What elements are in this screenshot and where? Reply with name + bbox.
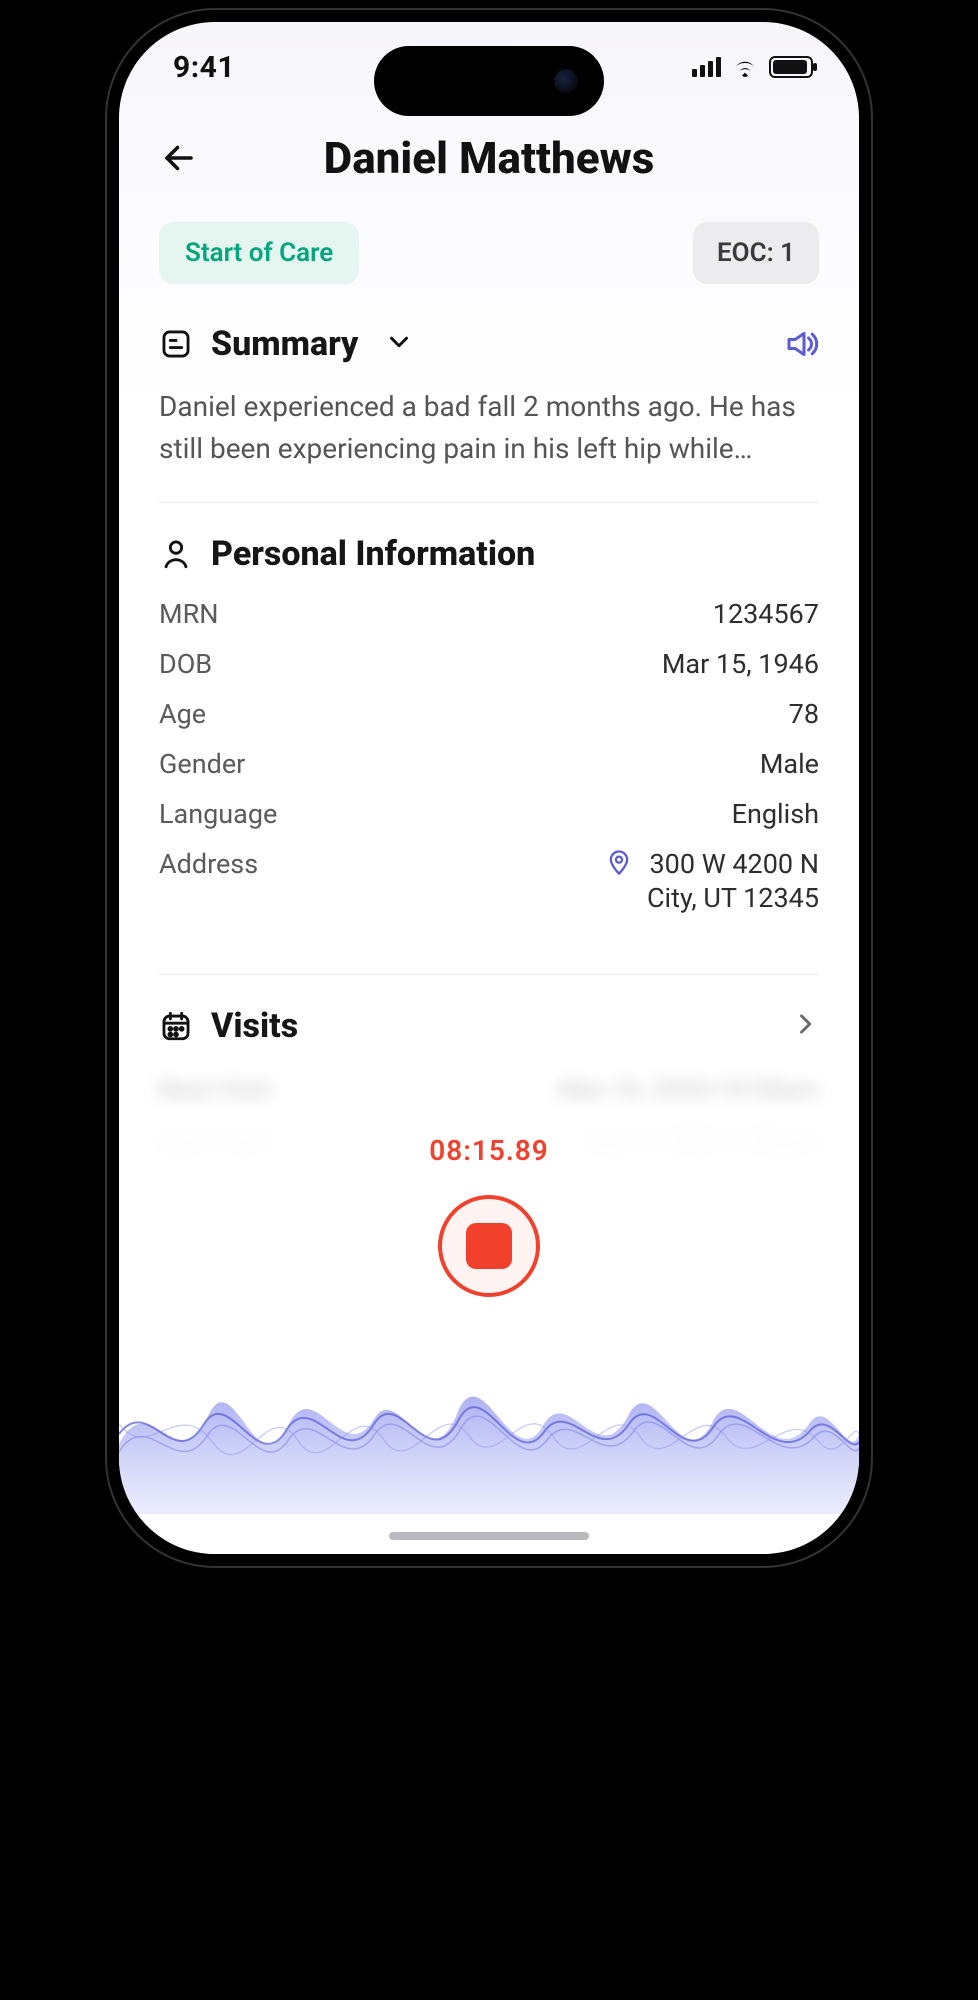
gender-row: Gender Male [159,748,819,780]
personal-info-title: Personal Information [211,534,535,574]
person-icon [159,537,193,571]
back-button[interactable] [159,138,199,178]
cellular-icon [692,57,721,77]
address-row: Address 300 W 4200 N City, UT 12345 [159,848,819,914]
status-time: 9:41 [165,50,235,85]
chevron-right-icon [791,1010,819,1042]
recording-elapsed: 08:15.89 [429,1134,549,1167]
language-row: Language English [159,798,819,830]
dob-row: DOB Mar 15, 1946 [159,648,819,680]
start-of-care-tag[interactable]: Start of Care [159,222,359,284]
summary-section: Summary Daniel experienced a bad fall 2 … [159,324,819,470]
chevron-down-icon [384,327,414,361]
divider [159,502,819,503]
age-value: 78 [789,698,819,730]
summary-text: Daniel experienced a bad fall 2 months a… [159,386,819,470]
battery-icon [769,56,813,78]
dob-label: DOB [159,648,212,680]
speak-summary-button[interactable] [783,326,819,362]
page-title: Daniel Matthews [324,132,655,184]
phone-frame: 9:41 Daniel Matthews [105,8,873,1568]
personal-info-section: Personal Information MRN 1234567 DOB Mar… [159,534,819,914]
calendar-icon [159,1009,193,1043]
visits-section[interactable]: Visits [159,1006,819,1046]
speaker-icon [783,326,819,362]
status-indicators [692,56,813,78]
language-label: Language [159,798,277,830]
stop-recording-button[interactable] [438,1195,540,1297]
mrn-label: MRN [159,598,218,630]
address-line1: 300 W 4200 N [647,848,819,880]
map-pin-icon [605,848,633,876]
address-line2: City, UT 12345 [647,882,819,914]
mrn-value: 1234567 [713,598,819,630]
gender-value: Male [760,748,819,780]
screen: 9:41 Daniel Matthews [119,22,859,1554]
wifi-icon [731,56,759,78]
divider [159,974,819,975]
mrn-row: MRN 1234567 [159,598,819,630]
map-pin-button[interactable] [605,848,633,883]
stop-icon [466,1223,512,1269]
language-value: English [732,798,819,830]
visits-title: Visits [211,1006,298,1046]
home-indicator [389,1532,589,1540]
summary-icon [159,327,193,361]
dob-value: Mar 15, 1946 [662,648,819,680]
recording-overlay: 08:15.89 [119,1078,859,1554]
dynamic-island [374,46,604,116]
address-label: Address [159,848,258,880]
summary-header[interactable]: Summary [159,324,819,364]
care-tags: Start of Care EOC: 1 [159,222,819,284]
age-row: Age 78 [159,698,819,730]
age-label: Age [159,698,206,730]
summary-title: Summary [211,324,358,364]
arrow-left-icon [161,140,197,176]
waveform [119,1324,859,1514]
header: Daniel Matthews [119,132,859,184]
gender-label: Gender [159,748,245,780]
eoc-tag[interactable]: EOC: 1 [693,222,819,284]
